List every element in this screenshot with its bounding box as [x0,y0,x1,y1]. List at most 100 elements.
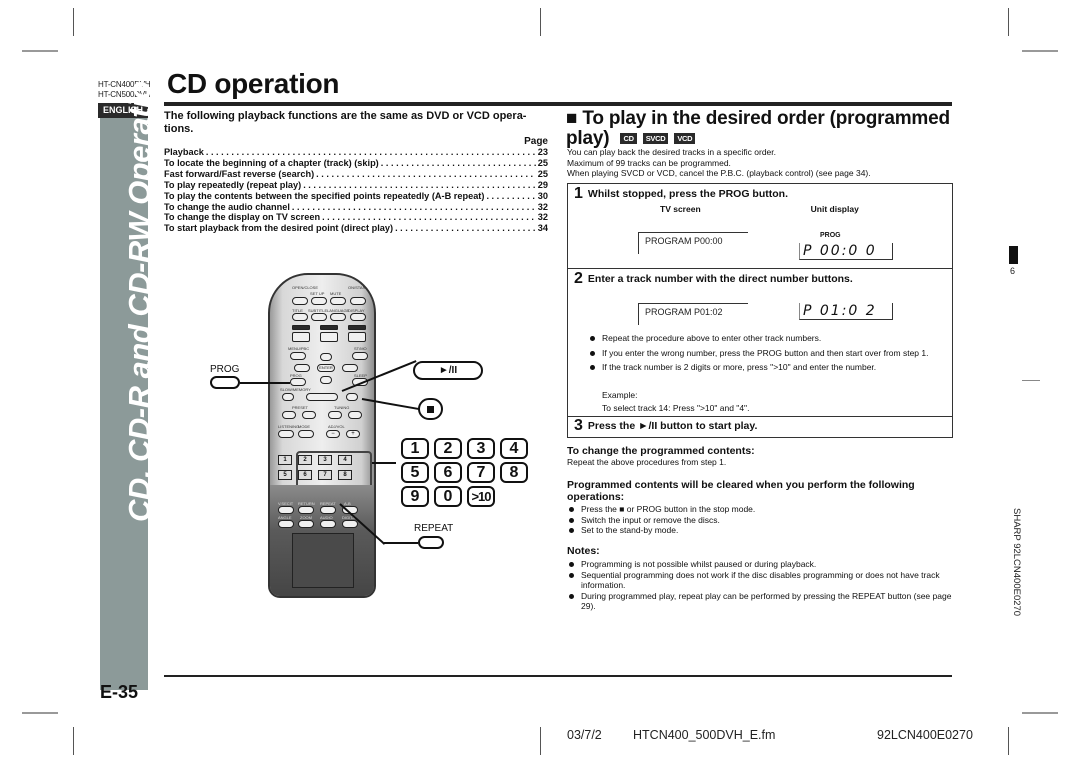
toc-label: To start playback from the desired point… [164,223,394,234]
change-text: Repeat the above procedures from step 1. [567,457,727,467]
remote-number-button: 3 [318,455,332,465]
example-label: Example: [602,390,638,400]
remote-label: OPEN/CLOSE [292,285,319,290]
crop-mark [22,50,58,52]
callout-line [240,382,290,384]
unit-display: P 01:0 2 [799,303,893,320]
repeat-callout-label: REPEAT [414,523,454,534]
side-tab-title: CD, CD-R and CD-RW Operation [122,62,157,522]
prog-indicator: PROG [820,232,841,239]
disc-badge-svcd: SVCD [642,133,669,144]
remote-play-button [306,393,338,401]
cleared-heading: Programmed contents will be cleared when… [567,479,915,503]
intro-line: When playing SVCD or VCD, cancel the P.B… [567,168,871,178]
step-2: 2 Enter a track number with the direct nu… [568,269,952,417]
thumb-index-marker [1009,246,1018,264]
notes-bullets: Programming is not possible whilst pause… [567,559,955,612]
repeat-callout-button [418,536,444,549]
standby-button [350,297,366,305]
remote-number-button: 1 [278,455,292,465]
crop-mark [1022,712,1058,714]
toc-label: To change the display on TV screen [164,212,321,223]
intro-text: The following playback functions are the… [164,110,527,135]
page-number: E-35 [100,682,139,702]
preset-down-button [282,411,296,419]
toc-row: To change the display on TV screen 32 [164,212,548,223]
toc-label: To play repeatedly (repeat play) [164,179,302,190]
side-tick-mark [1022,380,1040,381]
up-button [320,353,332,361]
stop-callout-button [418,398,443,420]
toc-page: 29 [537,179,548,190]
number-callout-button: 3 [467,438,495,459]
toc-label: Playback [164,147,204,157]
number-callout-button: >10 [467,486,495,507]
thumb-index-number: 6 [1010,266,1016,276]
step-2-bullets: Repeat the procedure above to enter othe… [588,333,948,377]
toc-label: Fast forward/Fast reverse (search) [164,168,315,179]
step-number: 1 [574,185,583,202]
right-button [342,364,358,372]
remote-number-button: 7 [318,470,332,480]
remote-control-illustration: OPEN/CLOSE SET UP MUTE ON/STAND-BY TITLE… [268,273,376,598]
callout-line [384,542,418,544]
crop-mark [1008,727,1009,755]
toc-page: 32 [537,212,548,223]
vsecit-button [278,506,294,514]
remote-label: ADJ/VOL [328,424,345,429]
number-callout-button: 1 [401,438,429,459]
note-item: During programmed play, repeat play can … [567,591,955,612]
toc-page: 23 [537,147,548,157]
preset-up-button [302,411,316,419]
digital-button [342,520,358,528]
step-text: Press the ►/II button to start play. [587,420,758,432]
disc-badge-vcd: VCD [674,133,696,144]
notes-heading: Notes: [567,545,600,557]
toc-row: To start playback from the desired point… [164,223,548,234]
steps-box: 1 Whilst stopped, press the PROG button. … [567,183,953,438]
toc-row: To locate the beginning of a chapter (tr… [164,158,548,169]
prog-callout-button [210,376,240,389]
remote-label: ST/MO [354,346,367,351]
title-rule [164,102,952,106]
toc-row: Playback 23 [164,147,548,158]
intro-line: Maximum of 99 tracks can be programmed. [567,157,731,168]
crop-mark [1008,8,1009,36]
footer-filename: HTCN400_500DVH_E.fm [633,728,776,742]
return-button [298,506,314,514]
mute-button [330,297,346,305]
number-callout-button: 2 [434,438,462,459]
toc-row: To play the contents between the specifi… [164,191,548,202]
cleared-bullets: Press the ■ or PROG button in the stop m… [567,504,955,536]
dvd-button [292,332,310,342]
toc-label: To locate the beginning of a chapter (tr… [164,157,379,168]
toc-page: 34 [537,223,548,234]
toc-label: To play the contents between the specifi… [164,190,485,201]
title-button [292,313,308,321]
toc-page: 25 [537,168,548,179]
open-close-button [292,297,308,305]
change-contents-section: To change the programmed contents: Repea… [567,445,955,468]
remote-number-button: 4 [338,455,352,465]
number-callout-button: 7 [467,462,495,483]
language-button [330,313,346,321]
intro-line: You can play back the desired tracks in … [567,147,776,157]
remote-number-button: 8 [338,470,352,480]
volume-up-button: + [346,430,360,438]
dvd-label-plate [292,325,310,330]
remote-label: PRESET [292,405,309,410]
note-item: Sequential programming does not work if … [567,570,955,591]
play-pause-callout-button: ►/II [413,361,483,380]
volume-down-button: − [326,430,340,438]
crop-mark [540,727,541,755]
toc-page: 30 [537,190,548,201]
remote-lcd-panel [292,533,354,588]
function-index: Page Playback 23 To locate the beginning … [164,136,548,234]
remote-number-button: 2 [298,455,312,465]
remote-repeat-button [320,506,336,514]
number-callout-button: 0 [434,486,462,507]
remote-label: TUNING [334,405,350,410]
tuner-label-plate [320,325,338,330]
step-text: Enter a track number with the direct num… [587,273,853,285]
remote-label: LISTENING [278,424,300,429]
